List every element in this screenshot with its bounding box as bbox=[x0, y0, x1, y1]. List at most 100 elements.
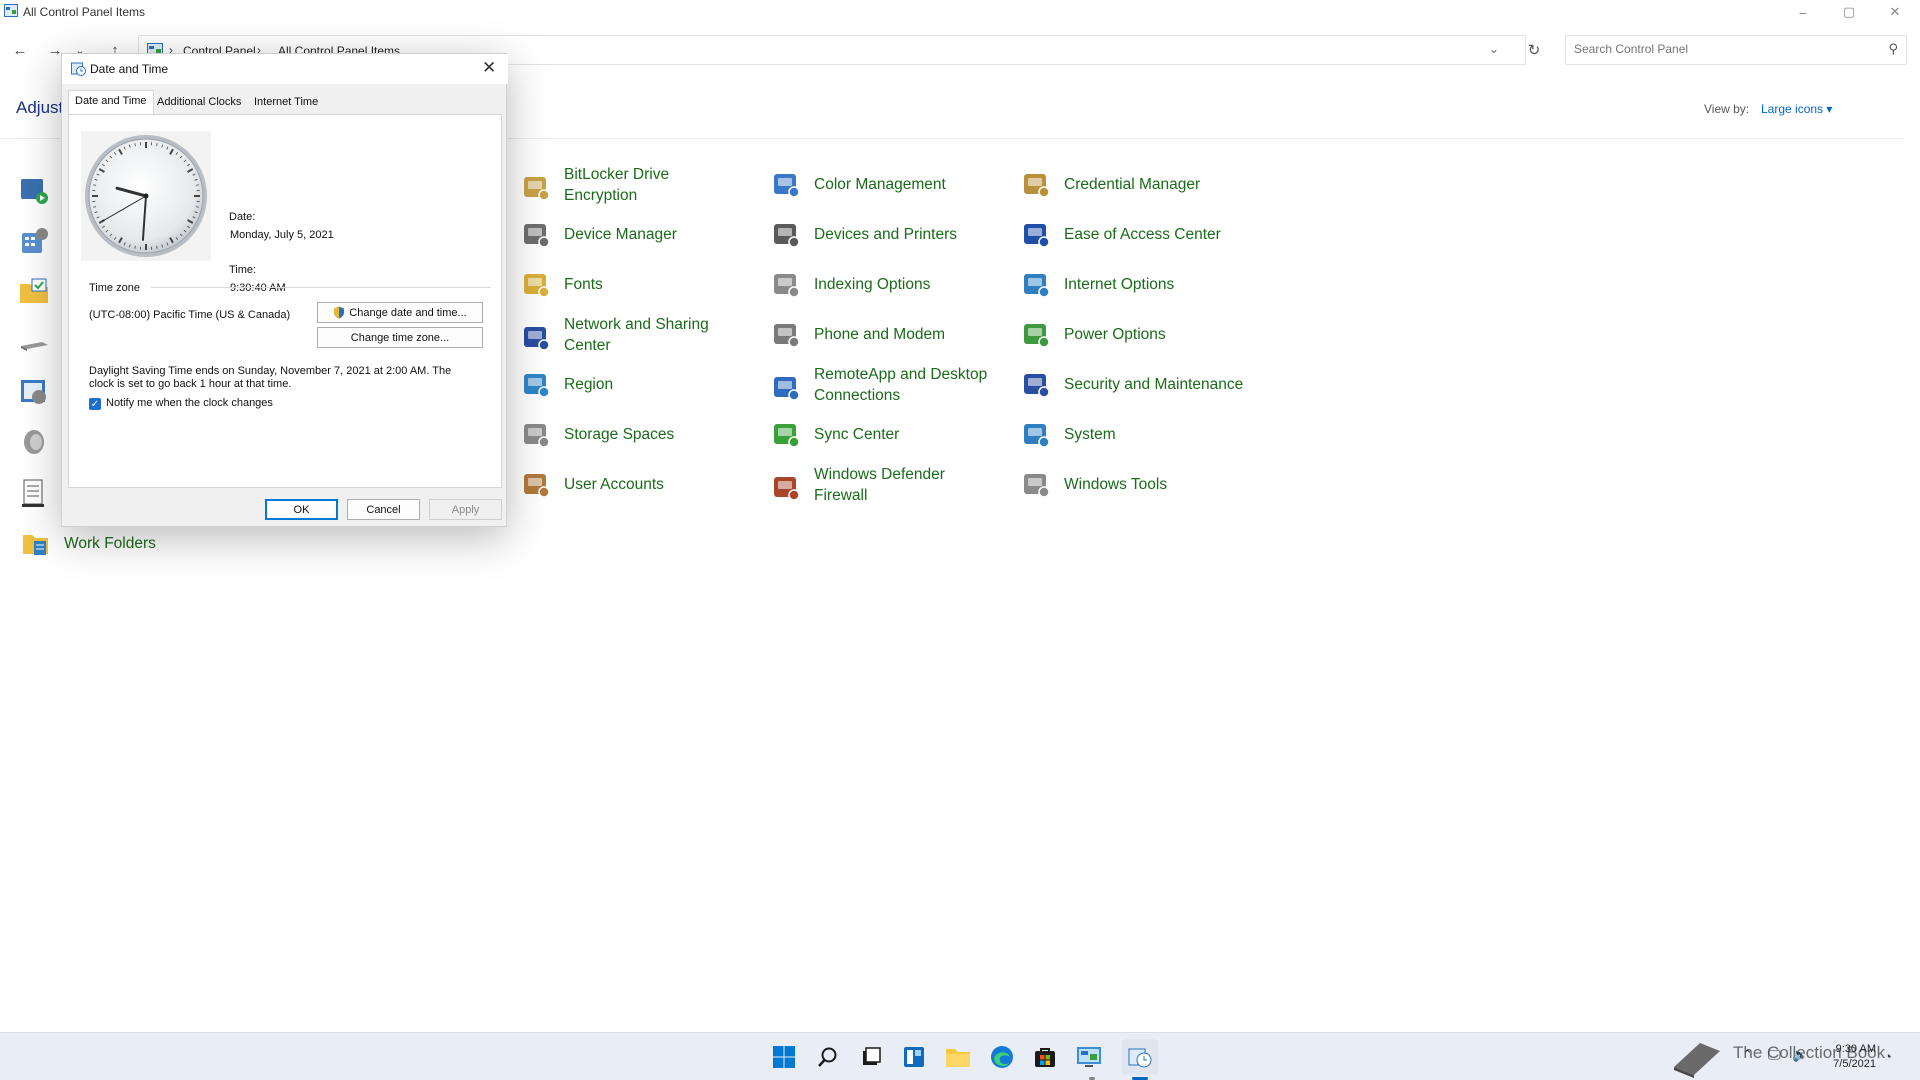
timezone-divider bbox=[151, 287, 491, 288]
cp-item-power-options[interactable]: Power Options bbox=[1020, 318, 1166, 350]
widgets-button[interactable] bbox=[900, 1043, 928, 1071]
dialog-title-bar[interactable]: Date and Time ✕ bbox=[62, 54, 508, 84]
date-time-dialog: Date and Time ✕ Date and Time Additional… bbox=[61, 53, 508, 527]
start-button[interactable] bbox=[770, 1043, 798, 1071]
cp-item-security-flag[interactable]: Security and Maintenance bbox=[1020, 368, 1243, 400]
folder-options-icon[interactable] bbox=[18, 275, 50, 307]
minimize-button[interactable]: – bbox=[1780, 0, 1826, 24]
firewall-icon bbox=[774, 477, 800, 501]
view-by-dropdown[interactable]: Large icons ▾ bbox=[1761, 102, 1832, 116]
storage-spaces-icon bbox=[524, 424, 550, 448]
cp-item-storage-spaces[interactable]: Storage Spaces bbox=[520, 418, 674, 450]
notify-checkbox[interactable]: ✓ bbox=[89, 398, 101, 410]
clock-icon bbox=[1128, 1048, 1152, 1068]
tab-date-and-time[interactable]: Date and Time bbox=[68, 90, 154, 114]
cp-item-indexing[interactable]: Indexing Options bbox=[770, 268, 930, 300]
work-folders-icon bbox=[23, 535, 48, 555]
tab-additional-clocks[interactable]: Additional Clocks bbox=[151, 92, 247, 114]
close-window-button[interactable]: ✕ bbox=[1872, 0, 1918, 24]
clock-face bbox=[85, 135, 207, 257]
sync-center-icon bbox=[774, 424, 800, 448]
control-panel-icon bbox=[4, 4, 18, 17]
notifications-icon[interactable]: ◔ bbox=[1884, 1049, 1892, 1064]
edge-button[interactable] bbox=[988, 1043, 1016, 1071]
calculator-icon[interactable] bbox=[18, 225, 50, 257]
change-date-time-button[interactable]: Change date and time... bbox=[317, 302, 483, 323]
search-input[interactable] bbox=[1574, 42, 1874, 56]
file-explorer-button[interactable] bbox=[944, 1043, 972, 1071]
close-icon[interactable]: ✕ bbox=[482, 58, 496, 78]
power-options-icon bbox=[1024, 324, 1050, 348]
cp-item-internet-options[interactable]: Internet Options bbox=[1020, 268, 1174, 300]
back-button[interactable]: ← bbox=[6, 36, 34, 64]
cancel-button[interactable]: Cancel bbox=[347, 499, 420, 520]
cp-item-firewall[interactable]: Windows Defender Firewall bbox=[770, 466, 994, 506]
cp-item-windows-tools[interactable]: Windows Tools bbox=[1020, 468, 1167, 500]
cp-item-color-management[interactable]: Color Management bbox=[770, 168, 946, 200]
cp-item-phone-modem[interactable]: Phone and Modem bbox=[770, 318, 945, 350]
tab-internet-time[interactable]: Internet Time bbox=[248, 92, 324, 114]
cp-item-network[interactable]: Network and Sharing Center bbox=[520, 316, 744, 356]
maximize-button[interactable]: ▢ bbox=[1826, 0, 1872, 24]
cp-item-credential-manager[interactable]: Credential Manager bbox=[1020, 168, 1200, 200]
search-box[interactable]: ⚲ bbox=[1565, 35, 1907, 65]
chevron-up-icon[interactable]: ⌃ bbox=[1742, 1047, 1753, 1063]
cp-item-user-accounts[interactable]: User Accounts bbox=[520, 468, 664, 500]
date-time-taskbar-button[interactable] bbox=[1122, 1039, 1158, 1075]
autoplay-icon[interactable] bbox=[18, 174, 50, 206]
notify-label[interactable]: Notify me when the clock changes bbox=[106, 397, 273, 409]
analog-clock bbox=[81, 131, 211, 261]
cp-item-label: Phone and Modem bbox=[814, 325, 945, 343]
store-button[interactable] bbox=[1031, 1043, 1059, 1071]
programs-icon[interactable] bbox=[18, 376, 50, 408]
cp-item-device-manager[interactable]: Device Manager bbox=[520, 218, 677, 250]
date-label: Date: bbox=[229, 211, 256, 223]
chevron-down-icon[interactable]: ⌄ bbox=[1489, 42, 1499, 56]
cp-item-label: Sync Center bbox=[814, 425, 900, 443]
cp-item-label: BitLocker Drive Encryption bbox=[564, 166, 670, 204]
cp-item-remoteapp[interactable]: RemoteApp and Desktop Connections bbox=[770, 366, 994, 406]
cp-item-label: Power Options bbox=[1064, 325, 1166, 343]
control-panel-taskbar-button[interactable] bbox=[1075, 1043, 1103, 1071]
tablet-settings-icon[interactable] bbox=[18, 477, 50, 509]
cp-item-system[interactable]: System bbox=[1020, 418, 1116, 450]
phone-modem-icon bbox=[774, 324, 800, 348]
task-view-button[interactable] bbox=[857, 1043, 885, 1071]
cp-item-sync-center[interactable]: Sync Center bbox=[770, 418, 899, 450]
search-taskbar-button[interactable] bbox=[814, 1043, 842, 1071]
cp-item-label: System bbox=[1064, 425, 1116, 443]
tab-panel: Date: Monday, July 5, 2021 Time: 9:30:40… bbox=[68, 114, 502, 488]
windows-tools-icon bbox=[1024, 474, 1050, 498]
network-icon[interactable]: 🖵 bbox=[1768, 1047, 1781, 1063]
cp-item-ease-of-access[interactable]: Ease of Access Center bbox=[1020, 218, 1221, 250]
cp-item-label: Indexing Options bbox=[814, 275, 931, 293]
title-bar: All Control Panel Items – ▢ ✕ bbox=[0, 0, 1920, 24]
cp-item-label: Device Manager bbox=[564, 225, 677, 243]
sound-icon[interactable] bbox=[18, 426, 50, 458]
change-timezone-button[interactable]: Change time zone... bbox=[317, 327, 483, 348]
taskbar-date[interactable]: 7/5/2021 bbox=[1820, 1058, 1876, 1070]
timezone-value: (UTC-08:00) Pacific Time (US & Canada) bbox=[89, 309, 291, 321]
ok-button[interactable]: OK bbox=[265, 499, 338, 520]
cp-item-printer[interactable]: Devices and Printers bbox=[770, 218, 957, 250]
timezone-heading: Time zone bbox=[89, 282, 140, 294]
volume-icon[interactable]: 🔈 bbox=[1792, 1047, 1808, 1063]
watermark-book-icon bbox=[1674, 1043, 1720, 1078]
cp-item-label: Ease of Access Center bbox=[1064, 225, 1221, 243]
keyboard-icon[interactable] bbox=[18, 326, 50, 358]
cp-item-fonts[interactable]: Fonts bbox=[520, 268, 603, 300]
cp-item-region[interactable]: Region bbox=[520, 368, 613, 400]
cp-item-work-folders[interactable]: Work Folders bbox=[20, 527, 156, 559]
cp-item-label: Region bbox=[564, 375, 614, 393]
cp-item-bitlocker[interactable]: BitLocker Drive Encryption bbox=[520, 166, 744, 206]
device-manager-icon bbox=[524, 224, 550, 248]
taskbar-time[interactable]: 9:30 AM bbox=[1820, 1043, 1876, 1055]
store-icon bbox=[1035, 1048, 1055, 1067]
color-management-icon bbox=[774, 174, 800, 198]
view-by-label: View by: bbox=[1704, 102, 1750, 116]
search-icon[interactable]: ⚲ bbox=[1888, 41, 1898, 57]
apply-button[interactable]: Apply bbox=[429, 499, 502, 520]
widgets-icon bbox=[904, 1047, 924, 1067]
refresh-button[interactable]: ↻ bbox=[1520, 36, 1548, 64]
cp-item-label: Security and Maintenance bbox=[1064, 375, 1244, 393]
